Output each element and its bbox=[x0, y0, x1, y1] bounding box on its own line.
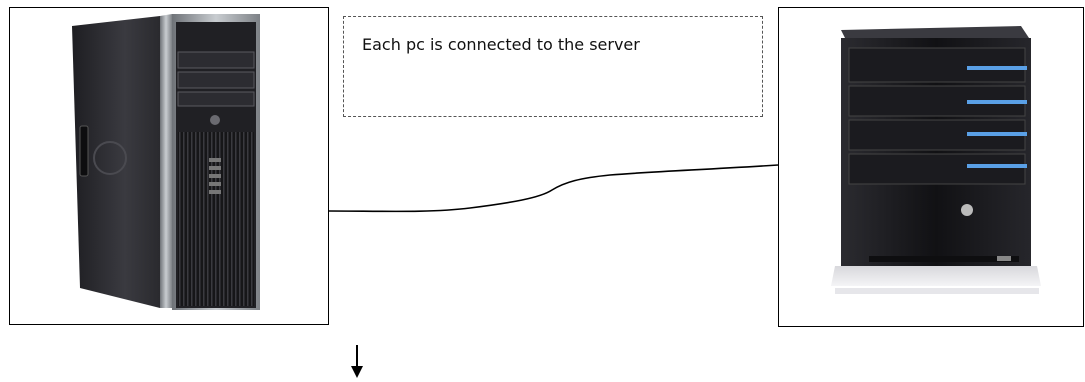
server-frame bbox=[778, 7, 1084, 327]
connection-line bbox=[328, 164, 779, 213]
desktop-tower-icon bbox=[72, 14, 260, 310]
home-server-icon bbox=[831, 26, 1041, 294]
arrow-down-icon bbox=[351, 345, 363, 378]
pc-frame bbox=[9, 7, 329, 325]
note-text: Each pc is connected to the server bbox=[362, 35, 640, 54]
note-box: Each pc is connected to the server bbox=[343, 16, 763, 117]
